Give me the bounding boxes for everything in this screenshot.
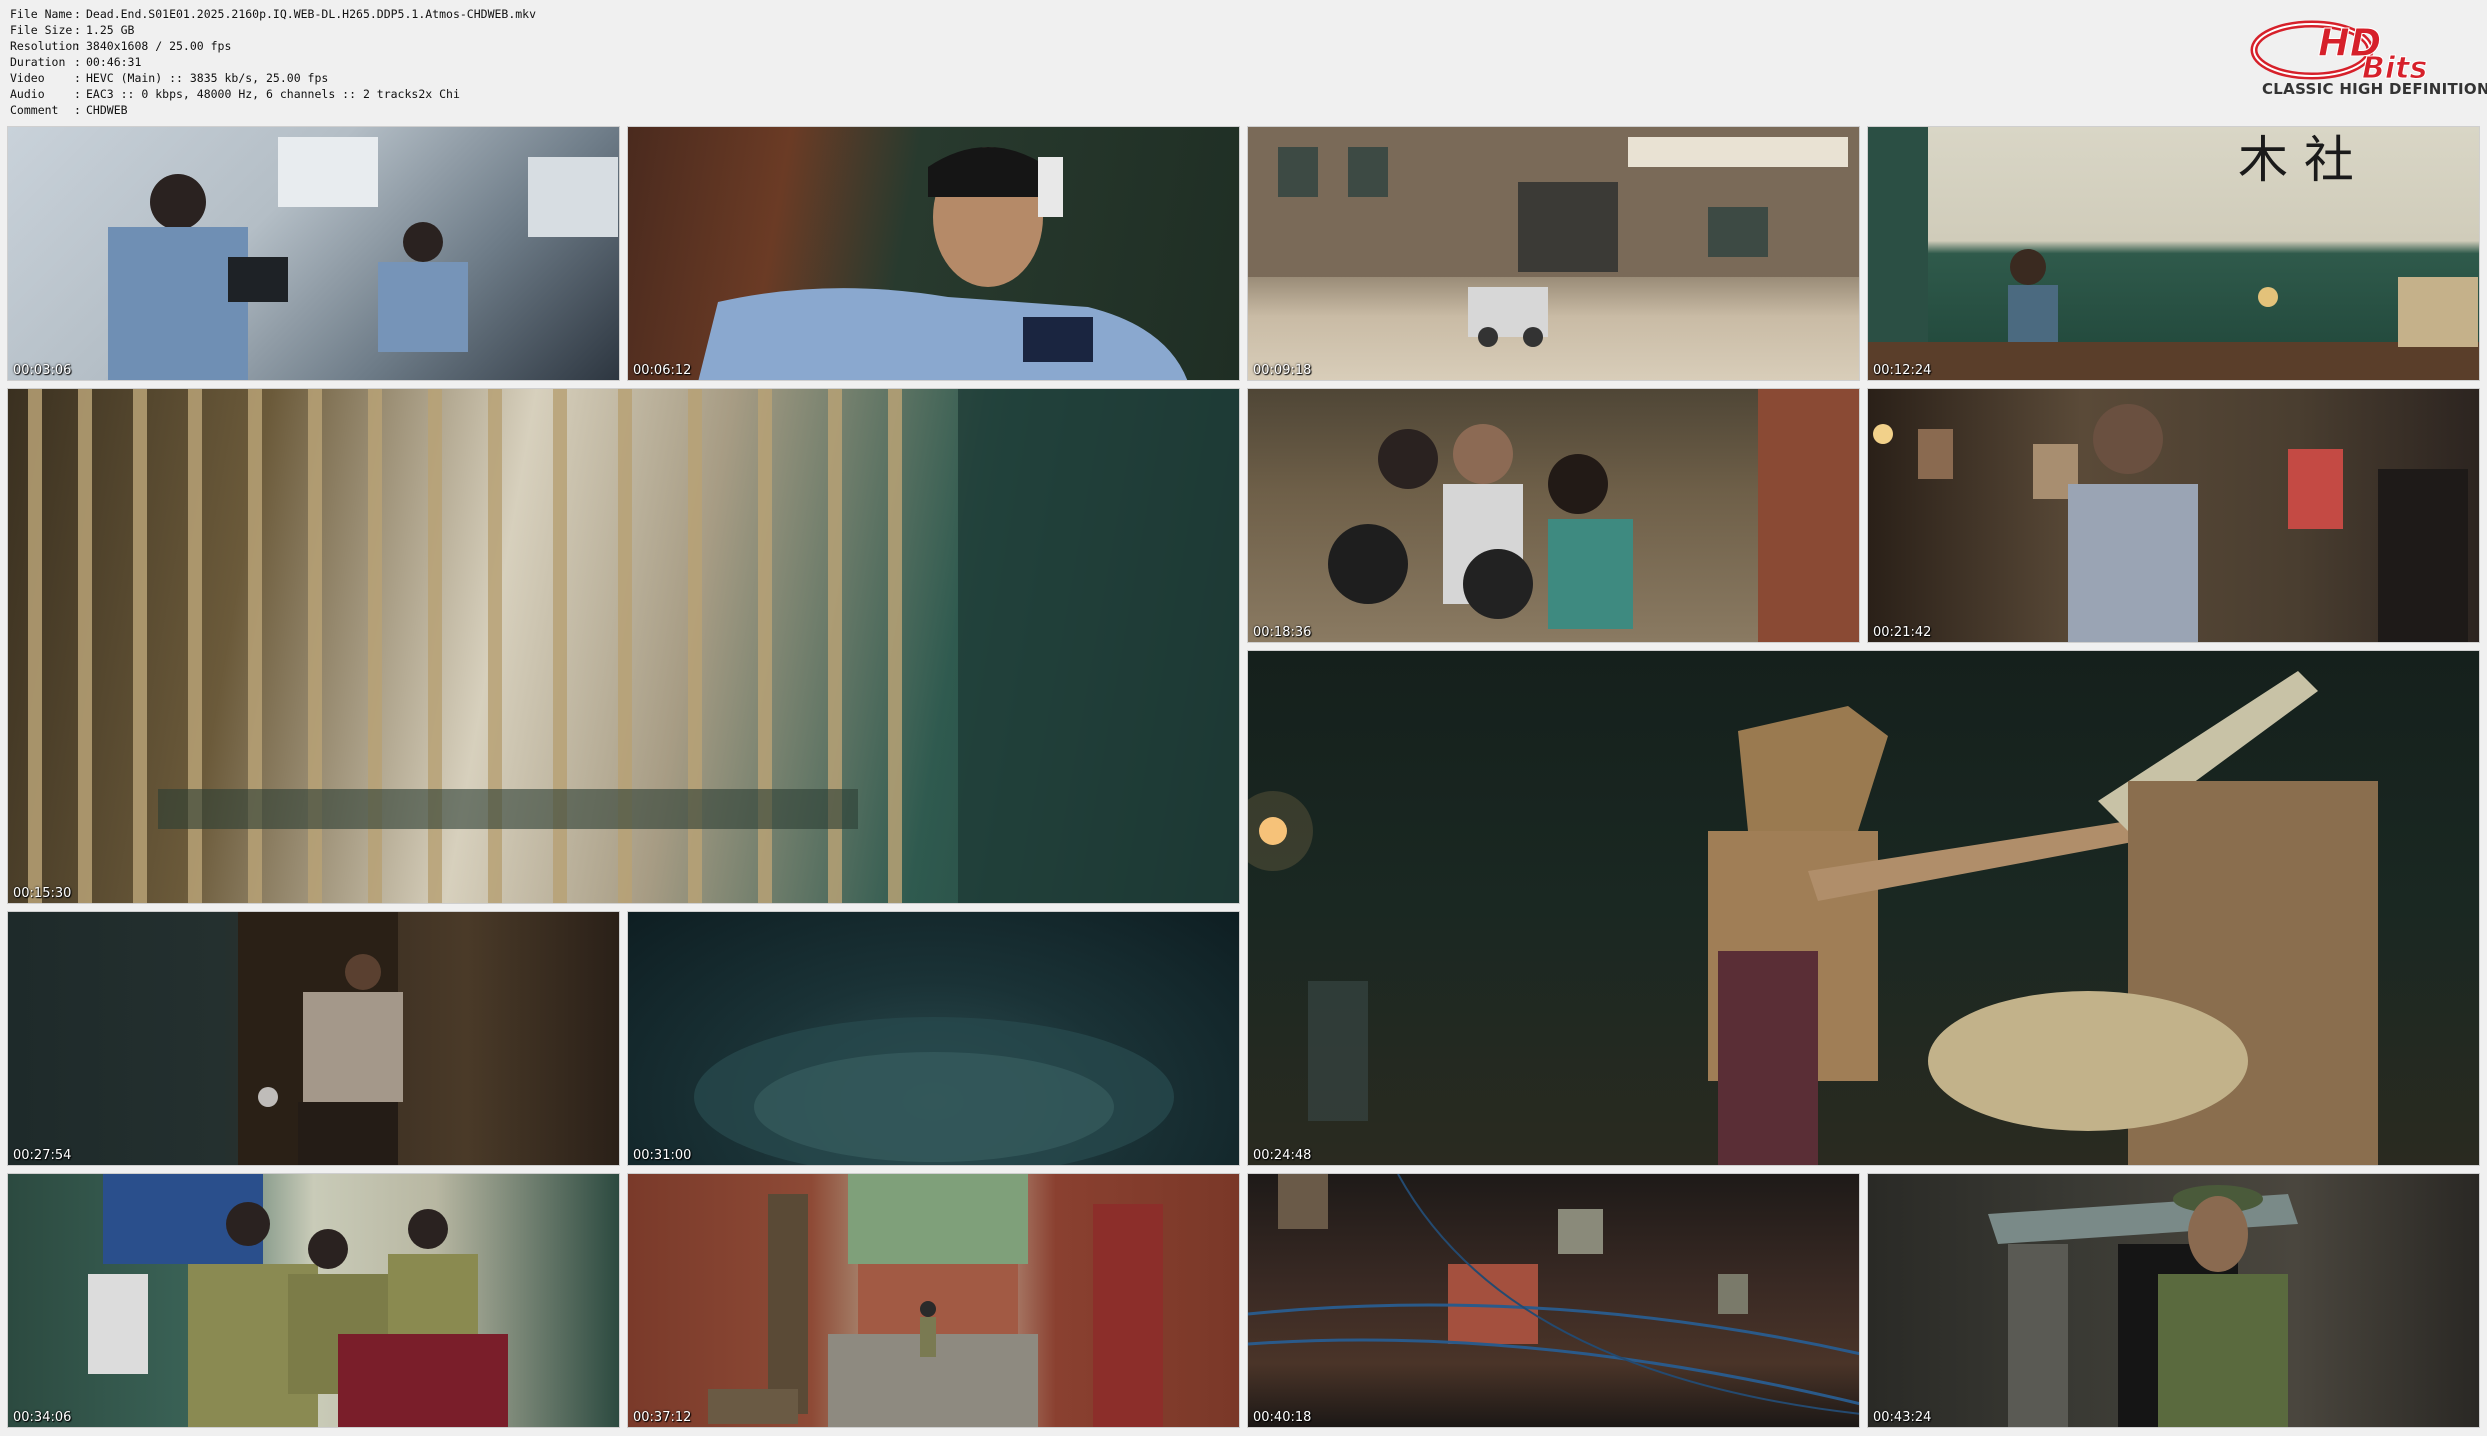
timestamp: 00:40:18	[1253, 1410, 1312, 1425]
thumbnail-brick-building-night[interactable]: 00:40:18	[1247, 1173, 1860, 1428]
info-row-file-size: File Size:1.25 GB	[10, 23, 135, 37]
timestamp: 00:24:48	[1253, 1148, 1312, 1163]
info-row-video: Video: HEVC (Main) :: 3835 kb/s, 25.00 fp…	[10, 71, 329, 85]
info-row-file-name: File Name: Dead.End.S01E01.2025.2160p.IQ.…	[10, 7, 537, 21]
thumbnail-interior-man[interactable]: 00:21:42	[1867, 388, 2480, 643]
info-key: Comment	[10, 103, 59, 117]
timestamp: 00:34:06	[13, 1410, 72, 1425]
thumbnail-green-room-desk[interactable]: 木 社 00:12:24	[1867, 126, 2480, 381]
thumbnail-dark-doorway[interactable]: 00:27:54	[7, 911, 620, 1166]
logo-tagline: CLASSIC HIGH DEFINITION	[2262, 80, 2487, 98]
info-key: Resolution	[10, 39, 80, 53]
svg-text:木 社: 木 社	[2238, 131, 2354, 189]
thumbnail-officer-closeup[interactable]: 00:06:12	[627, 126, 1240, 381]
info-key: File Name	[10, 7, 73, 21]
info-value: Dead.End.S01E01.2025.2160p.IQ.WEB-DL.H26…	[86, 7, 537, 21]
info-row-audio: Audio: EAC3 :: 0 kbps, 48000 Hz, 6 channe…	[10, 87, 460, 101]
timestamp: 00:27:54	[13, 1148, 72, 1163]
info-row-comment: Comment: CHDWEB	[10, 103, 128, 117]
thumbnail-cardboard-costume-kids[interactable]: 00:24:48	[1247, 650, 2480, 1166]
thumbnail-police-station-exterior[interactable]: 00:09:18	[1247, 126, 1860, 381]
timestamp: 00:06:12	[633, 363, 692, 378]
info-value: CHDWEB	[86, 103, 128, 117]
thumbnail-bead-curtain[interactable]: 00:15:30	[7, 388, 1240, 904]
info-key: Video	[10, 71, 45, 85]
thumbnail-police-office[interactable]: 00:03:06	[7, 126, 620, 381]
timestamp: 00:31:00	[633, 1148, 692, 1163]
info-key: File Size	[10, 23, 73, 37]
info-key: Duration	[10, 55, 66, 69]
thumbnail-crowd-alley[interactable]: 00:18:36	[1247, 388, 1860, 643]
info-value: 1.25 GB	[86, 23, 135, 37]
timestamp: 00:09:18	[1253, 363, 1312, 378]
thumbnail-brick-alley[interactable]: 00:37:12	[627, 1173, 1240, 1428]
info-row-duration: Duration:00:46:31	[10, 55, 142, 69]
timestamp: 00:03:06	[13, 363, 72, 378]
thumbnail-officers-at-table[interactable]: 00:34:06	[7, 1173, 620, 1428]
thumbnail-officer-in-cap[interactable]: 00:43:24	[1867, 1173, 2480, 1428]
info-row-resolution: Resolution: 3840x1608 / 25.00 fps	[10, 39, 232, 53]
info-key: Audio	[10, 87, 45, 101]
info-value: 00:46:31	[86, 55, 142, 69]
info-value: 3840x1608 / 25.00 fps	[86, 39, 232, 53]
media-info-panel: File Name: Dead.End.S01E01.2025.2160p.IQ.…	[10, 6, 536, 118]
info-value: EAC3 :: 0 kbps, 48000 Hz, 6 channels :: …	[86, 87, 460, 101]
info-value: HEVC (Main) :: 3835 kb/s, 25.00 fps	[86, 71, 329, 85]
thumbnail-water-basin[interactable]: 00:31:00	[627, 911, 1240, 1166]
timestamp: 00:15:30	[13, 886, 72, 901]
timestamp: 00:12:24	[1873, 363, 1932, 378]
timestamp: 00:18:36	[1253, 625, 1312, 640]
timestamp: 00:37:12	[633, 1410, 692, 1425]
timestamp: 00:21:42	[1873, 625, 1932, 640]
timestamp: 00:43:24	[1873, 1410, 1932, 1425]
